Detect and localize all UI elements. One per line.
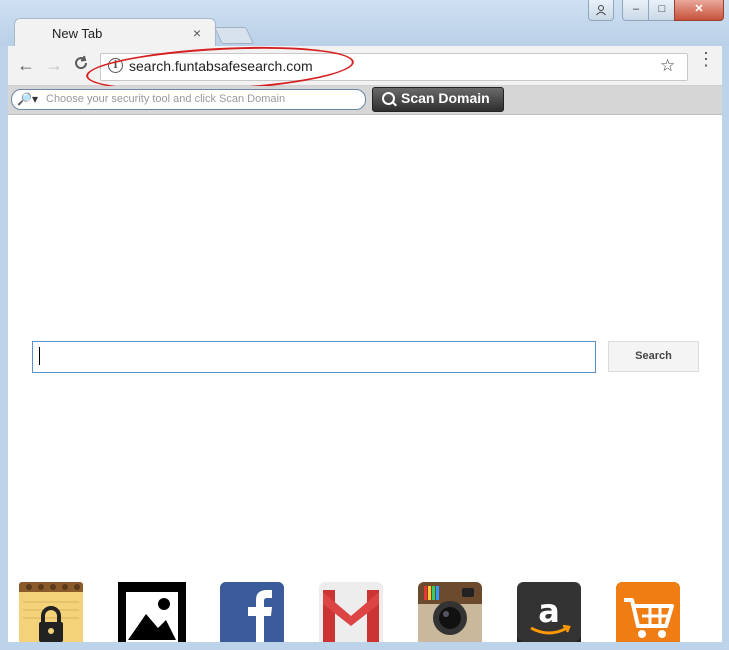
- tab-title: New Tab: [52, 26, 103, 41]
- extension-search-placeholder: Choose your security tool and click Scan…: [46, 93, 286, 105]
- search-button[interactable]: Search: [608, 341, 699, 372]
- back-icon[interactable]: ←: [16, 55, 36, 76]
- facebook-icon: [220, 582, 284, 642]
- shortcut-amazon[interactable]: a: [517, 582, 581, 642]
- window-bottom-border: [0, 642, 729, 650]
- scan-domain-label[interactable]: Scan Domain: [401, 90, 490, 106]
- amazon-icon: a: [517, 582, 581, 642]
- minimize-button[interactable]: –: [622, 0, 650, 21]
- shortcut-shopping[interactable]: [616, 582, 680, 642]
- text-cursor: [39, 347, 40, 365]
- search-icon: [382, 92, 395, 105]
- shopping-cart-icon: [616, 582, 680, 642]
- svg-text:a: a: [538, 592, 560, 630]
- image-icon: [118, 582, 186, 642]
- shortcut-facebook[interactable]: [220, 582, 284, 642]
- close-window-button[interactable]: ✕: [674, 0, 724, 21]
- gmail-icon: [319, 582, 383, 642]
- menu-icon[interactable]: ⋮: [697, 50, 715, 68]
- lock-notepad-icon: [19, 582, 83, 642]
- maximize-button[interactable]: □: [648, 0, 676, 21]
- shortcut-notes-lock[interactable]: [19, 582, 83, 642]
- shortcut-photos[interactable]: [118, 582, 186, 642]
- tab-close-icon[interactable]: ×: [191, 25, 203, 41]
- tab-new-tab[interactable]: [14, 18, 216, 49]
- search-dropdown-icon[interactable]: 🔎▾: [17, 92, 38, 106]
- shortcut-instagram[interactable]: [418, 582, 482, 642]
- forward-icon[interactable]: →: [44, 55, 64, 76]
- search-input[interactable]: [32, 341, 596, 373]
- page-content: [8, 115, 722, 642]
- shortcut-gmail[interactable]: [319, 582, 383, 642]
- bookmark-star-icon[interactable]: ☆: [660, 56, 675, 76]
- instagram-icon: [418, 582, 482, 642]
- user-icon[interactable]: [588, 0, 614, 21]
